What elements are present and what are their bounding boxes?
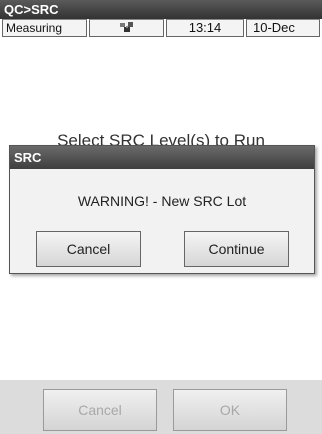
warning-message: WARNING! - New SRC Lot (77, 193, 247, 209)
status-bar: Measuring 13:14 10-Dec (0, 19, 322, 59)
network-icon (119, 22, 133, 32)
network-status (89, 19, 164, 37)
ok-button[interactable]: OK (173, 389, 287, 431)
measuring-status: Measuring (2, 19, 87, 37)
clock-time: 13:14 (166, 19, 244, 37)
window-title: QC>SRC (0, 0, 322, 19)
dialog-cancel-button[interactable]: Cancel (36, 231, 141, 267)
device-screen: QC>SRC Measuring 13:14 10-Dec Select SRC… (0, 0, 322, 434)
bottom-button-bar: Cancel OK (0, 380, 322, 434)
dialog-title: SRC (10, 146, 314, 169)
clock-date: 10-Dec (246, 19, 320, 37)
cancel-button[interactable]: Cancel (43, 389, 157, 431)
dialog-continue-button[interactable]: Continue (184, 231, 289, 267)
warning-dialog: SRC WARNING! - New SRC Lot Cancel Contin… (9, 145, 315, 274)
